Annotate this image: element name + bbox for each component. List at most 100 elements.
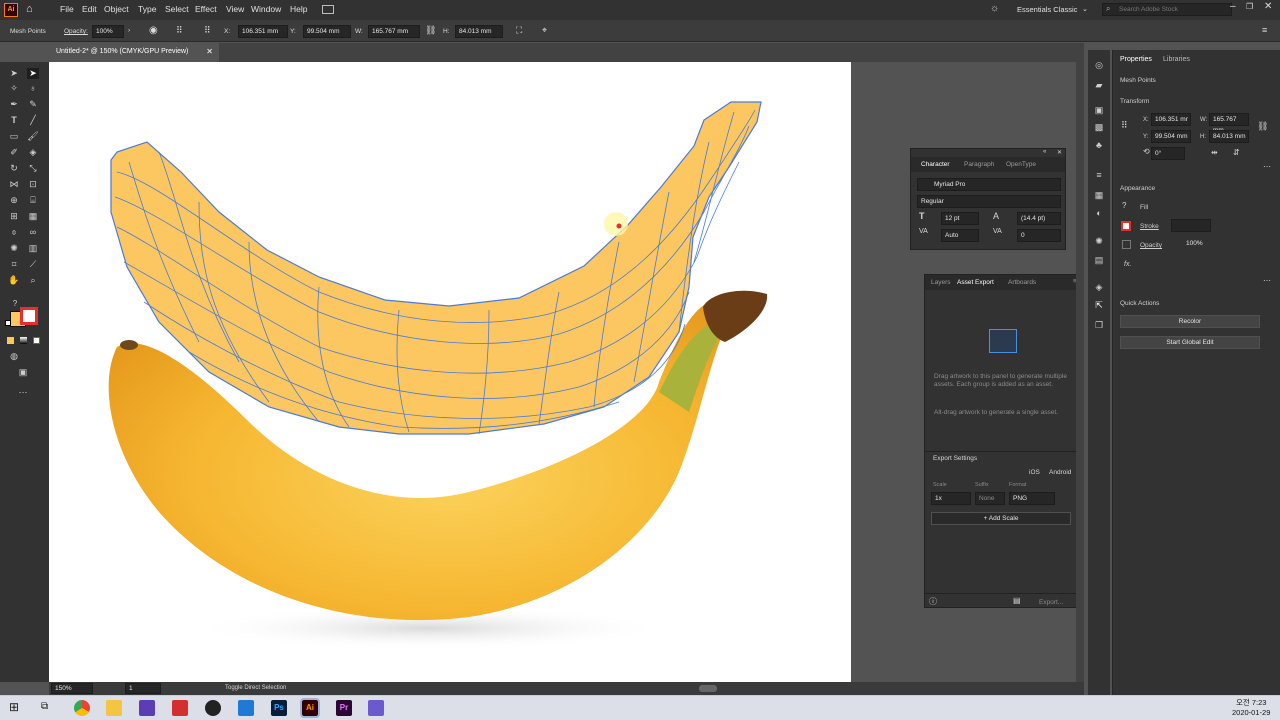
format-select[interactable]: PNG [1009, 492, 1055, 505]
column-graph-tool-icon[interactable]: ▥ [27, 243, 39, 254]
align-reference-icon[interactable]: ⠿ [204, 25, 211, 36]
recorder-icon[interactable] [205, 700, 221, 716]
suffix-input[interactable]: None [975, 492, 1005, 505]
flip-horizontal-icon[interactable]: ⇹ [1211, 148, 1218, 157]
y-field[interactable]: 99.504 mm [303, 25, 351, 38]
line-tool-icon[interactable]: ╱ [27, 115, 39, 126]
slice-tool-icon[interactable]: ⟋ [27, 259, 39, 270]
appearance-icon[interactable]: ✺ [1093, 236, 1105, 247]
h-field[interactable]: 84.013 mm [455, 25, 503, 38]
tab-character[interactable]: Character [921, 161, 950, 168]
prop-x-field[interactable]: 106.351 mr [1151, 113, 1191, 126]
opacity-label[interactable]: Opacity [1140, 242, 1162, 249]
w-field[interactable]: 165.767 mm [368, 25, 420, 38]
illustrator-icon[interactable]: Ai [300, 698, 320, 718]
rectangle-tool-icon[interactable]: ▭ [8, 131, 20, 142]
home-icon[interactable]: ⌂ [26, 3, 33, 15]
opacity-field[interactable]: 100% [92, 25, 124, 38]
file-explorer-icon[interactable] [106, 700, 122, 716]
recolor-button[interactable]: Recolor [1120, 315, 1260, 328]
menu-effect[interactable]: Effect [195, 4, 217, 14]
stroke-none-swatch[interactable] [1121, 221, 1131, 231]
graphic-styles-icon[interactable]: ▤ [1093, 255, 1105, 266]
font-style-field[interactable]: Regular [917, 195, 1061, 208]
chrome-icon[interactable] [74, 700, 90, 716]
zoom-tool-icon[interactable]: ⌕ [27, 275, 39, 286]
selected-mesh-point[interactable] [616, 223, 622, 229]
shape-builder-tool-icon[interactable]: ⊕ [8, 195, 20, 206]
properties-icon[interactable]: ◎ [1093, 60, 1105, 71]
stroke-swatch[interactable] [20, 307, 38, 325]
type-tool-icon[interactable]: T [8, 115, 20, 126]
tab-paragraph[interactable]: Paragraph [964, 161, 994, 168]
tab-asset-export[interactable]: Asset Export [957, 279, 994, 286]
app-tools-icon[interactable] [368, 700, 384, 716]
zoom-field[interactable]: 150% [51, 683, 93, 694]
menu-file[interactable]: File [60, 4, 74, 14]
horizontal-scrollbar-thumb[interactable] [699, 685, 717, 692]
task-view-icon[interactable]: ⧉ [41, 701, 48, 712]
blend-tool-icon[interactable]: ∞ [27, 227, 39, 238]
gradient-icon[interactable]: ▦ [1093, 190, 1105, 201]
transform-reference-icon[interactable]: ⠿ [176, 25, 183, 36]
stroke-weight-field[interactable] [1171, 219, 1211, 232]
color-icon[interactable]: ▣ [1093, 105, 1105, 116]
windows-start-icon[interactable]: ⊞ [9, 700, 19, 714]
symbol-sprayer-tool-icon[interactable]: ✺ [8, 243, 20, 254]
restore-icon[interactable]: ❐ [1246, 2, 1253, 11]
menu-window[interactable]: Window [251, 4, 281, 14]
fill-unknown-icon[interactable]: ? [1122, 201, 1126, 210]
pen-tool-icon[interactable]: ✒ [8, 99, 20, 110]
gradient-tool-icon[interactable]: ▦ [27, 211, 39, 222]
font-size-field[interactable]: 12 pt [941, 212, 979, 225]
more-tools-icon[interactable]: ⋯ [17, 387, 29, 398]
perspective-grid-tool-icon[interactable]: ⌸ [27, 195, 39, 206]
app-red-icon[interactable] [172, 700, 188, 716]
gradient-mode-swatch[interactable] [20, 337, 27, 344]
prop-y-field[interactable]: 99.504 mm [1151, 130, 1191, 143]
menu-edit[interactable]: Edit [82, 4, 97, 14]
workspace-switcher[interactable]: Essentials Classic [1017, 5, 1077, 14]
panel-close-icon[interactable]: ✕ [1057, 149, 1062, 156]
add-scale-button[interactable]: + Add Scale [931, 512, 1071, 525]
isolate-icon[interactable]: ⌖ [542, 25, 547, 36]
shaper-tool-icon[interactable]: ✐ [8, 147, 20, 158]
artboard-tool-icon[interactable]: ⌗ [8, 259, 20, 270]
appearance-more-icon[interactable]: ⋯ [1263, 276, 1271, 285]
hand-tool-icon[interactable]: ✋ [8, 275, 20, 286]
info-icon[interactable]: ⓘ [929, 596, 937, 607]
none-mode-swatch[interactable] [33, 337, 40, 344]
color-guide-icon[interactable]: ▩ [1093, 122, 1105, 133]
vertical-scrollbar[interactable] [1076, 62, 1084, 682]
artboards-icon[interactable]: ❐ [1093, 320, 1105, 331]
clock-date[interactable]: 2020-01-29 [1232, 708, 1270, 717]
stroke-label[interactable]: Stroke [1140, 223, 1159, 230]
lightbulb-icon[interactable]: ☼ [990, 3, 999, 14]
tab-artboards[interactable]: Artboards [1008, 279, 1036, 286]
free-transform-tool-icon[interactable]: ⊡ [27, 179, 39, 190]
app-purple-icon[interactable] [139, 700, 155, 716]
color-mode-swatch[interactable] [7, 337, 14, 344]
eyedropper-tool-icon[interactable]: ⌽ [8, 227, 20, 238]
rotate-field[interactable]: 0° [1151, 147, 1185, 160]
constrain-link-icon[interactable]: ⛓ [425, 25, 436, 36]
draw-mode-icon[interactable]: ◍ [8, 351, 20, 362]
kerning-field[interactable]: Auto [941, 229, 979, 242]
leading-field[interactable]: (14.4 pt) [1017, 212, 1061, 225]
eraser-tool-icon[interactable]: ◈ [27, 147, 39, 158]
stroke-icon[interactable]: ≡ [1093, 170, 1105, 181]
default-colors-icon[interactable] [5, 320, 11, 326]
arrange-documents-icon[interactable] [322, 5, 334, 14]
menu-select[interactable]: Select [165, 4, 189, 14]
artboard-number-field[interactable]: 1 [125, 683, 161, 694]
menu-type[interactable]: Type [138, 4, 156, 14]
photoshop-icon[interactable]: Ps [271, 700, 287, 716]
more-options-icon[interactable]: ⋯ [1263, 162, 1271, 171]
vscode-icon[interactable] [238, 700, 254, 716]
x-field[interactable]: 106.351 mm [238, 25, 288, 38]
canvas[interactable]: Character Paragraph OpenType « ✕ Myriad … [49, 62, 1076, 682]
prop-h-field[interactable]: 84.013 mm [1209, 130, 1249, 143]
collapse-icon[interactable]: « [1043, 149, 1046, 155]
close-icon[interactable]: ✕ [1264, 1, 1272, 12]
constrain-proportions-icon[interactable]: ⛓ [1257, 121, 1268, 132]
